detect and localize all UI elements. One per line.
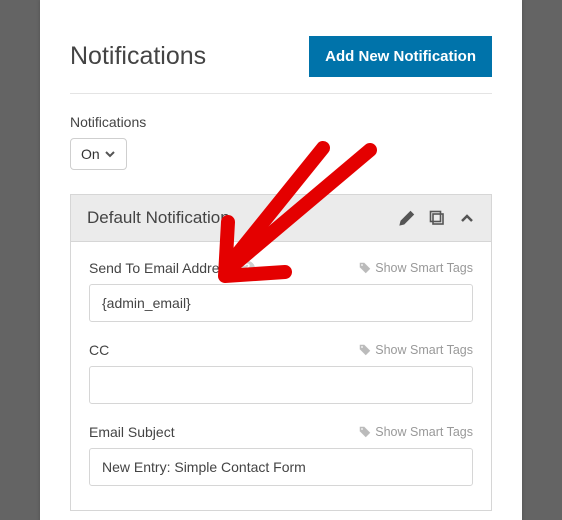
divider <box>70 93 492 94</box>
page-title: Notifications <box>70 42 206 71</box>
show-smart-tags-subject[interactable]: Show Smart Tags <box>359 425 473 439</box>
notifications-toggle-label: Notifications <box>70 114 492 130</box>
subject-input[interactable] <box>89 448 473 486</box>
tag-icon <box>359 426 371 438</box>
show-smart-tags-send-to[interactable]: Show Smart Tags <box>359 261 473 275</box>
card-title: Default Notification <box>87 208 230 228</box>
send-to-input[interactable] <box>89 284 473 322</box>
cc-label: CC <box>89 342 109 358</box>
chevron-down-icon <box>104 148 116 160</box>
chevron-up-icon[interactable] <box>459 210 475 226</box>
add-notification-button[interactable]: Add New Notification <box>309 36 492 77</box>
notification-card: Default Notification Send To Email Addre… <box>70 194 492 511</box>
duplicate-icon[interactable] <box>429 210 445 226</box>
show-smart-tags-cc[interactable]: Show Smart Tags <box>359 343 473 357</box>
notifications-toggle-select[interactable]: On <box>70 138 127 170</box>
notifications-toggle-value: On <box>81 146 100 162</box>
subject-label: Email Subject <box>89 424 175 440</box>
tag-icon <box>359 262 371 274</box>
edit-icon[interactable] <box>399 210 415 226</box>
help-icon[interactable]: ? <box>240 261 255 276</box>
cc-input[interactable] <box>89 366 473 404</box>
tag-icon <box>359 344 371 356</box>
send-to-label: Send To Email Address ? <box>89 260 255 276</box>
